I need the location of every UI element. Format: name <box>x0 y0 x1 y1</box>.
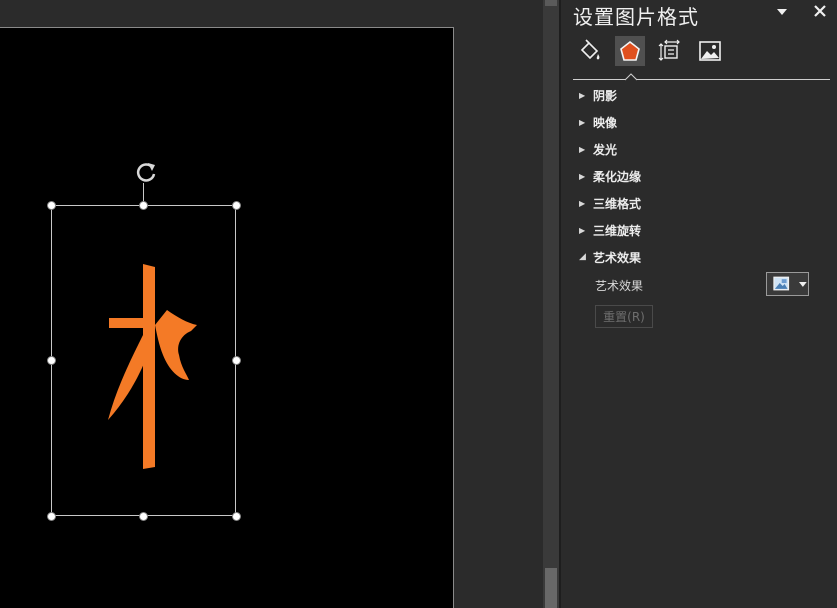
section-label: 阴影 <box>593 87 617 104</box>
panel-title: 设置图片格式 <box>573 1 699 30</box>
artistic-effects-dropdown[interactable] <box>766 272 809 296</box>
section-label: 艺术效果 <box>593 249 641 266</box>
picture-icon <box>698 39 722 63</box>
reset-button[interactable]: 重置(R) <box>595 305 653 328</box>
rotate-handle-icon[interactable] <box>133 160 159 186</box>
expand-arrow-icon: ▶ <box>579 91 593 100</box>
section-label: 映像 <box>593 114 617 131</box>
section-3d-format[interactable]: ▶ 三维格式 <box>579 194 641 212</box>
tab-fill-line[interactable] <box>575 36 605 66</box>
resize-handle-top-left[interactable] <box>47 201 56 210</box>
section-label: 三维格式 <box>593 195 641 212</box>
chevron-down-icon <box>798 279 808 289</box>
expand-arrow-icon: ▶ <box>579 172 593 181</box>
section-glow[interactable]: ▶ 发光 <box>579 140 617 158</box>
tab-underline <box>573 79 830 80</box>
format-picture-panel: 设置图片格式 ▶ 阴 <box>561 0 837 608</box>
picture-selection-box[interactable] <box>51 205 236 516</box>
paint-bucket-icon <box>578 39 602 63</box>
section-reflection[interactable]: ▶ 映像 <box>579 113 617 131</box>
resize-handle-top-right[interactable] <box>232 201 241 210</box>
close-icon[interactable] <box>809 0 831 22</box>
resize-handle-bottom-left[interactable] <box>47 512 56 521</box>
selected-tab-indicator <box>625 73 637 81</box>
section-label: 三维旋转 <box>593 222 641 239</box>
resize-handle-top[interactable] <box>139 201 148 210</box>
panel-options-dropdown-icon[interactable] <box>772 2 792 22</box>
section-3d-rotation[interactable]: ▶ 三维旋转 <box>579 221 641 239</box>
size-position-icon <box>658 39 682 63</box>
section-label: 柔化边缘 <box>593 168 641 185</box>
expand-arrow-icon: ▶ <box>579 199 593 208</box>
scrollbar-thumb[interactable] <box>545 568 557 608</box>
section-shadow[interactable]: ▶ 阴影 <box>579 86 617 104</box>
section-soft-edges[interactable]: ▶ 柔化边缘 <box>579 167 641 185</box>
artistic-effects-label: 艺术效果 <box>595 277 643 294</box>
section-label: 发光 <box>593 141 617 158</box>
slide-canvas-area[interactable] <box>0 0 543 608</box>
collapse-arrow-icon: ◢ <box>579 252 593 262</box>
scrollbar-top-cap <box>545 0 557 6</box>
expand-arrow-icon: ▶ <box>579 226 593 235</box>
tab-effects[interactable] <box>615 36 645 66</box>
resize-handle-right[interactable] <box>232 356 241 365</box>
expand-arrow-icon: ▶ <box>579 145 593 154</box>
artistic-effect-preview-icon <box>772 274 795 294</box>
section-artistic-effects[interactable]: ◢ 艺术效果 <box>579 248 641 266</box>
expand-arrow-icon: ▶ <box>579 118 593 127</box>
tab-picture[interactable] <box>695 36 725 66</box>
resize-handle-bottom-right[interactable] <box>232 512 241 521</box>
vertical-scrollbar[interactable] <box>543 0 559 608</box>
tab-size-properties[interactable] <box>655 36 685 66</box>
pentagon-icon <box>618 39 642 63</box>
resize-handle-left[interactable] <box>47 356 56 365</box>
resize-handle-bottom[interactable] <box>139 512 148 521</box>
